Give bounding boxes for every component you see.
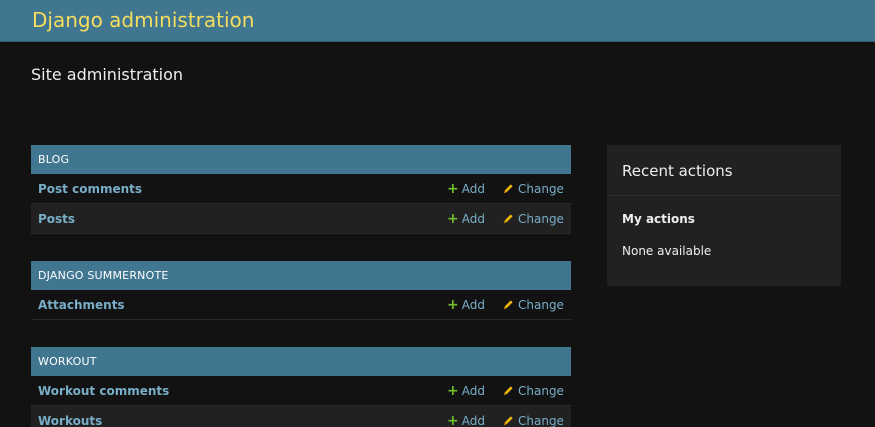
add-link[interactable]: + Add bbox=[447, 212, 485, 226]
add-label: Add bbox=[461, 211, 485, 226]
model-link-attachments[interactable]: Attachments bbox=[31, 298, 571, 312]
empty-actions-text: None available bbox=[622, 244, 712, 258]
divider bbox=[607, 195, 841, 196]
app-module-django-summernote: DJANGO SUMMERNOTE Attachments + Add Chan… bbox=[31, 261, 571, 320]
change-label: Change bbox=[518, 297, 564, 312]
model-link-workout-comments[interactable]: Workout comments bbox=[31, 384, 571, 398]
change-label: Change bbox=[518, 181, 564, 196]
model-link-post-comments[interactable]: Post comments bbox=[31, 182, 571, 196]
my-actions-heading: My actions bbox=[622, 212, 695, 226]
model-row-workouts: Workouts + Add Change bbox=[31, 406, 571, 427]
plus-icon: + bbox=[447, 210, 459, 227]
recent-actions-title: Recent actions bbox=[622, 162, 733, 180]
site-branding[interactable]: Django administration bbox=[32, 10, 254, 30]
model-row-workout-comments: Workout comments + Add Change bbox=[31, 376, 571, 406]
pencil-icon bbox=[503, 386, 513, 396]
app-caption-blog[interactable]: BLOG bbox=[31, 145, 571, 174]
plus-icon: + bbox=[447, 412, 459, 427]
add-label: Add bbox=[461, 413, 485, 427]
app-module-workout: WORKOUT Workout comments + Add Change Wo… bbox=[31, 347, 571, 427]
change-link[interactable]: Change bbox=[503, 414, 564, 427]
header: Django administration bbox=[0, 0, 875, 42]
change-label: Change bbox=[518, 383, 564, 398]
model-row-post-comments: Post comments + Add Change bbox=[31, 174, 571, 204]
change-link[interactable]: Change bbox=[503, 212, 564, 226]
change-label: Change bbox=[518, 211, 564, 226]
plus-icon: + bbox=[447, 382, 459, 399]
pencil-icon bbox=[503, 214, 513, 224]
app-module-blog: BLOG Post comments + Add Change Posts + … bbox=[31, 145, 571, 234]
add-link[interactable]: + Add bbox=[447, 414, 485, 427]
plus-icon: + bbox=[447, 296, 459, 313]
add-link[interactable]: + Add bbox=[447, 384, 485, 398]
add-link[interactable]: + Add bbox=[447, 298, 485, 312]
recent-actions-panel: Recent actions My actions None available bbox=[607, 145, 841, 286]
pencil-icon bbox=[503, 184, 513, 194]
model-link-posts[interactable]: Posts bbox=[31, 212, 571, 226]
change-link[interactable]: Change bbox=[503, 384, 564, 398]
change-link[interactable]: Change bbox=[503, 182, 564, 196]
model-link-workouts[interactable]: Workouts bbox=[31, 414, 571, 427]
pencil-icon bbox=[503, 416, 513, 426]
model-row-attachments: Attachments + Add Change bbox=[31, 290, 571, 320]
page-title: Site administration bbox=[31, 65, 184, 84]
change-label: Change bbox=[518, 413, 564, 427]
pencil-icon bbox=[503, 300, 513, 310]
change-link[interactable]: Change bbox=[503, 298, 564, 312]
add-label: Add bbox=[461, 181, 485, 196]
app-caption-workout[interactable]: WORKOUT bbox=[31, 347, 571, 376]
add-link[interactable]: + Add bbox=[447, 182, 485, 196]
plus-icon: + bbox=[447, 180, 459, 197]
app-caption-django-summernote[interactable]: DJANGO SUMMERNOTE bbox=[31, 261, 571, 290]
model-row-posts: Posts + Add Change bbox=[31, 204, 571, 234]
add-label: Add bbox=[461, 383, 485, 398]
add-label: Add bbox=[461, 297, 485, 312]
